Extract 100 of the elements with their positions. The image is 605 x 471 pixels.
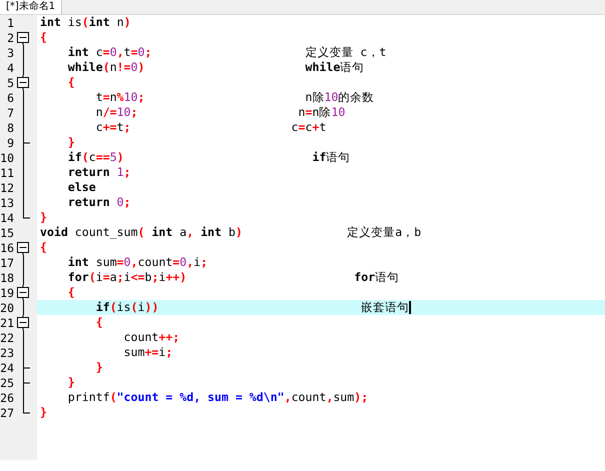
code-token: += (102, 120, 117, 135)
code-token: ) (235, 225, 242, 240)
code-token: ; (124, 120, 131, 135)
line-number: 6 (6, 90, 14, 104)
code-token: n除 (312, 105, 332, 120)
code-token: ; (166, 345, 173, 360)
code-token: /= (102, 105, 117, 120)
code-token: count (122, 330, 159, 345)
code-token: 0 (130, 60, 138, 75)
code-token: sum (333, 390, 354, 405)
code-token: i (158, 345, 166, 360)
line-number: 15 (0, 226, 14, 240)
code-token: printf (66, 390, 110, 405)
fold-line (22, 300, 24, 315)
code-token: while (304, 60, 340, 75)
line-number: 21 (0, 316, 14, 330)
code-token: "count = %d, sum = %d\n" (116, 390, 284, 405)
code-token: 0 (110, 45, 117, 60)
code-token: 定义变量a，b (346, 225, 422, 240)
code-token: t (116, 120, 124, 135)
code-token: if (94, 300, 110, 315)
code-token: ; (130, 105, 138, 120)
code-token: i (158, 270, 166, 285)
code-token: ( (110, 390, 117, 405)
fold-end-marker (22, 210, 30, 218)
fold-toggle[interactable] (17, 285, 29, 300)
code-token: ; (200, 255, 208, 270)
code-token: = (116, 255, 124, 270)
code-token: for (353, 270, 376, 285)
code-token: ; (116, 270, 124, 285)
code-token: 0 (124, 255, 131, 270)
code-token: n (116, 15, 124, 30)
code-token: } (40, 405, 47, 420)
code-token: ( (102, 60, 110, 75)
file-tab[interactable]: [*]未命名1 (0, 0, 62, 14)
code-token: = (102, 270, 110, 285)
code-token: n (110, 60, 117, 75)
code-token: ( (82, 150, 89, 165)
line-number: 16 (0, 240, 14, 254)
code-token: b (227, 225, 236, 240)
code-token: == (96, 150, 110, 165)
line-number: 11 (0, 166, 14, 180)
code-token: is (66, 15, 82, 30)
code-token: 语句 (375, 270, 400, 285)
code-token: c (88, 150, 96, 165)
code-token: = (102, 45, 110, 60)
code-token: , (284, 390, 292, 405)
code-token: n (297, 105, 306, 120)
fold-toggle[interactable] (17, 30, 29, 45)
code-token: ); (354, 390, 368, 405)
code-token: % (116, 90, 124, 105)
code-token: 0 (180, 255, 187, 270)
code-token: c (94, 45, 103, 60)
code-token: ) (124, 15, 131, 30)
code-token: i (96, 270, 103, 285)
code-token: , (186, 255, 194, 270)
code-token: n (110, 90, 117, 105)
fold-toggle[interactable] (17, 240, 29, 255)
code-token: ++) (166, 270, 187, 285)
code-token: ( (82, 15, 89, 30)
code-token: else (66, 180, 96, 195)
line-number: 20 (0, 300, 14, 314)
fold-toggle[interactable] (17, 75, 29, 90)
line-number: 8 (6, 120, 14, 134)
code-token: int (40, 15, 61, 30)
code-token: i (124, 270, 131, 285)
code-token: = (305, 105, 312, 120)
code-token: n除 (304, 90, 324, 105)
fold-end-marker (22, 405, 30, 414)
line-number: 12 (0, 180, 14, 194)
code-token: a (110, 270, 117, 285)
line-number: 14 (0, 210, 14, 224)
code-token: 0 (116, 195, 124, 210)
fold-line (22, 390, 24, 405)
code-token: 语句 (326, 150, 350, 165)
line-number: 2 (6, 30, 14, 44)
code-token: for (66, 270, 89, 285)
code-token: 的余数 (338, 90, 374, 105)
code-token: ) (138, 60, 145, 75)
code-token: , (130, 255, 138, 270)
code-token: = (172, 255, 180, 270)
code-token: count_sum (74, 225, 138, 240)
code-token: ; (124, 195, 131, 210)
code-token: sum (94, 255, 117, 270)
line-number: 19 (0, 286, 14, 300)
code-token: 1 (116, 165, 124, 180)
code-token: 5 (110, 150, 117, 165)
code-token: ( (138, 225, 145, 240)
code-token: 语句 (340, 60, 364, 75)
code-token: )) (144, 300, 159, 315)
code-token: = (298, 120, 306, 135)
fold-toggle[interactable] (17, 315, 29, 330)
line-number: 1 (6, 16, 14, 30)
line-number: 18 (0, 270, 14, 284)
code-token: i (194, 255, 201, 270)
code-token: int (66, 45, 89, 60)
code-token: } (94, 360, 103, 375)
code-token: t (124, 45, 131, 60)
code-token: 10 (116, 105, 131, 120)
code-token: = (102, 90, 110, 105)
